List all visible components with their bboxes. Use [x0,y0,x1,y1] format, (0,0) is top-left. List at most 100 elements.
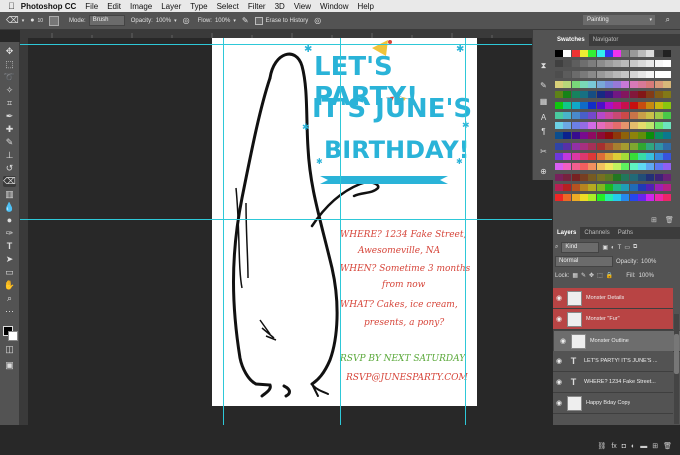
search-icon[interactable]: ⌕ [666,15,670,25]
color-swatch[interactable] [613,173,622,181]
visibility-eye-icon[interactable]: ◉ [553,378,565,386]
color-swatch[interactable] [613,50,622,57]
background-color-swatch[interactable] [8,331,18,341]
quick-mask-icon[interactable]: ◫ [3,344,16,355]
brush-size-value[interactable]: 10 [37,18,43,24]
eyedropper-tool-icon[interactable]: ✒ [3,111,16,122]
filter-smart-icon[interactable]: ⧉ [633,244,637,251]
color-swatch[interactable] [621,194,630,202]
color-swatch[interactable] [555,80,563,88]
menu-edit[interactable]: Edit [107,2,121,11]
color-swatch[interactable] [588,70,597,78]
color-swatch[interactable] [604,91,613,99]
color-swatch[interactable] [621,153,630,160]
color-swatch[interactable] [555,50,563,57]
color-swatch[interactable] [646,132,655,140]
layer-row[interactable]: ◉ T WHERE? 1234 Fake Street... [553,372,673,393]
menu-type[interactable]: Type [190,2,207,11]
color-swatch[interactable] [579,70,588,78]
color-swatch[interactable] [646,142,655,150]
color-swatch[interactable] [621,80,630,88]
add-mask-icon[interactable]: ◘ [622,443,626,450]
visibility-eye-icon[interactable]: ◉ [553,357,565,365]
visibility-eye-icon[interactable]: ◉ [553,399,565,407]
color-swatch[interactable] [596,60,605,68]
color-swatch[interactable] [596,142,605,150]
color-swatch[interactable] [579,194,588,202]
color-swatch[interactable] [604,111,613,119]
workspace-select[interactable]: Painting ▾ [583,15,655,25]
color-swatch[interactable] [621,60,630,68]
color-swatch[interactable] [604,163,613,171]
color-swatch[interactable] [555,70,563,78]
lock-pixels-icon[interactable]: ✎ [581,272,586,279]
color-swatch[interactable] [654,132,663,140]
color-swatch[interactable] [613,101,622,109]
color-swatch[interactable] [621,50,630,57]
filter-shape-icon[interactable]: ▭ [624,244,630,251]
lock-transparent-icon[interactable]: ▦ [572,272,578,279]
magic-wand-tool-icon[interactable]: ✧ [3,85,16,96]
color-swatch[interactable] [579,101,588,109]
color-swatch[interactable] [555,111,563,119]
layer-style-icon[interactable]: fx [611,443,616,450]
tab-paths[interactable]: Paths [614,227,637,239]
color-swatch[interactable] [629,132,638,140]
delete-layer-icon[interactable]: 🗑 [663,442,672,450]
color-swatch[interactable] [579,163,588,171]
color-swatch[interactable] [579,80,588,88]
color-swatch[interactable] [654,80,663,88]
top-ruler[interactable] [20,30,552,38]
color-swatch[interactable] [588,132,597,140]
color-swatch[interactable] [654,183,663,191]
color-swatch[interactable] [596,173,605,181]
color-swatch[interactable] [571,194,580,202]
new-group-icon[interactable]: ▬ [640,443,647,450]
color-swatch[interactable] [638,80,646,88]
color-swatch[interactable] [654,70,663,78]
color-swatch[interactable] [638,122,646,130]
color-swatch[interactable] [596,194,605,202]
color-swatch[interactable] [588,91,597,99]
color-swatch[interactable] [621,122,630,130]
clone-source-icon[interactable]: ⊕ [538,166,549,177]
gradient-tool-icon[interactable]: ▥ [3,189,16,200]
layer-row[interactable]: ◉ T LET'S PARTY! IT'S JUNE'S ... [553,351,673,372]
tab-navigator[interactable]: Navigator [589,34,623,46]
color-swatch[interactable] [604,132,613,140]
color-swatch[interactable] [571,60,580,68]
color-swatch[interactable] [629,70,638,78]
color-swatch[interactable] [654,173,663,181]
color-swatch[interactable] [604,70,613,78]
color-swatch[interactable] [604,173,613,181]
color-swatch[interactable] [604,60,613,68]
color-swatch[interactable] [579,111,588,119]
color-swatch[interactable] [662,183,671,191]
color-swatch[interactable] [613,163,622,171]
adjustment-layer-icon[interactable]: ◐ [631,443,635,450]
color-swatch[interactable] [638,173,646,181]
color-swatch[interactable] [662,163,671,171]
fill-value[interactable]: 100% [639,273,654,279]
tab-swatches[interactable]: Swatches [553,34,589,46]
color-swatch[interactable] [604,101,613,109]
menu-layer[interactable]: Layer [161,2,181,11]
color-swatch[interactable] [563,132,572,140]
color-swatch[interactable] [638,91,646,99]
lock-artboard-icon[interactable]: ⬚ [597,272,603,279]
color-swatch[interactable] [646,111,655,119]
color-swatch[interactable] [555,122,563,130]
color-swatch[interactable] [563,60,572,68]
color-swatch[interactable] [654,122,663,130]
color-swatch[interactable] [662,122,671,130]
color-swatch[interactable] [621,163,630,171]
menu-filter[interactable]: Filter [248,2,266,11]
color-swatch[interactable] [596,153,605,160]
brush-panel-icon[interactable]: ✎ [538,80,549,91]
brush-presets-icon[interactable]: ▦ [538,96,549,107]
color-swatch[interactable] [629,80,638,88]
color-swatch[interactable] [579,183,588,191]
color-swatch[interactable] [596,101,605,109]
eraser-icon[interactable]: ⌫ [6,15,19,26]
color-swatch[interactable] [563,122,572,130]
